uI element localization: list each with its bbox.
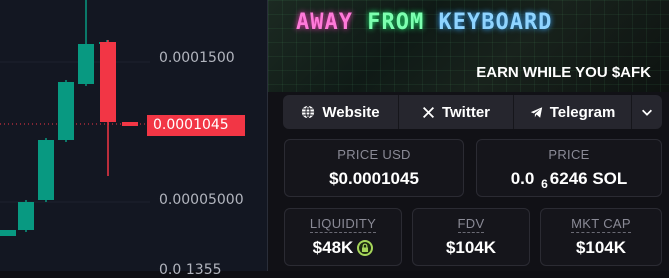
price-native-value: 0.0 6 6246 SOL xyxy=(477,169,661,191)
twitter-button[interactable]: Twitter xyxy=(399,95,514,129)
token-banner: AWAY FROM KEYBOARD EARN WHILE YOU $AFK xyxy=(268,0,669,92)
market-cap-card: MKT CAP $104K xyxy=(540,208,662,266)
banner-title: AWAY FROM KEYBOARD xyxy=(296,10,552,35)
candle-body xyxy=(58,82,74,140)
candle-body xyxy=(18,202,34,230)
price-axis-label: 0.0001500 xyxy=(159,50,235,66)
price-native-prefix: 0.0 xyxy=(510,169,535,188)
price-native-label: PRICE xyxy=(548,147,590,162)
market-cap-label[interactable]: MKT CAP xyxy=(541,216,661,233)
market-cap-value: $104K xyxy=(575,238,627,257)
website-button[interactable]: Website xyxy=(283,95,399,129)
current-price-tag: 0.0001045 xyxy=(147,115,245,136)
token-info-panel: AWAY FROM KEYBOARD EARN WHILE YOU $AFK W… xyxy=(268,0,669,271)
price-native-card: PRICE 0.0 6 6246 SOL xyxy=(476,139,662,197)
fdv-value: $104K xyxy=(445,238,497,257)
price-axis-label: 0.0 1355 xyxy=(159,262,222,278)
price-usd-label: PRICE USD xyxy=(337,147,411,162)
candle-body xyxy=(38,140,54,200)
banner-tagline: EARN WHILE YOU $AFK xyxy=(476,64,651,81)
x-logo-icon xyxy=(422,106,435,119)
website-label: Website xyxy=(322,103,380,121)
more-links-button[interactable] xyxy=(632,95,662,129)
telegram-button[interactable]: Telegram xyxy=(514,95,632,129)
telegram-label: Telegram xyxy=(549,103,616,121)
fdv-label[interactable]: FDV xyxy=(413,216,529,233)
candle-body xyxy=(78,44,94,84)
price-axis-label: 0.00005000 xyxy=(159,192,244,208)
price-chart[interactable]: 0.0001500 0.00005000 0.0 1355 0.0001045 xyxy=(0,0,268,278)
price-native-zero-count: 6 xyxy=(541,177,548,191)
telegram-icon xyxy=(530,106,543,119)
liquidity-value-row: $48K xyxy=(285,238,401,258)
price-usd-value: $0.0001045 xyxy=(329,169,419,188)
liquidity-value: $48K xyxy=(312,238,354,257)
fdv-card: FDV $104K xyxy=(412,208,530,266)
liquidity-label[interactable]: LIQUIDITY xyxy=(285,216,401,233)
social-links-bar: Website Twitter Telegram xyxy=(283,95,662,129)
lock-icon[interactable] xyxy=(357,240,374,256)
twitter-label: Twitter xyxy=(441,103,491,121)
price-usd-card: PRICE USD $0.0001045 xyxy=(284,139,464,197)
candle-body xyxy=(100,42,116,122)
banner-title-word: KEYBOARD xyxy=(438,10,553,35)
globe-icon xyxy=(301,105,315,119)
liquidity-card: LIQUIDITY $48K xyxy=(284,208,402,266)
banner-title-word: AWAY xyxy=(296,10,353,35)
price-native-suffix: 6246 SOL xyxy=(549,169,628,188)
banner-title-word: FROM xyxy=(367,10,425,35)
candle-body xyxy=(0,230,16,236)
candle-body xyxy=(122,122,138,126)
chevron-down-icon xyxy=(640,105,654,119)
